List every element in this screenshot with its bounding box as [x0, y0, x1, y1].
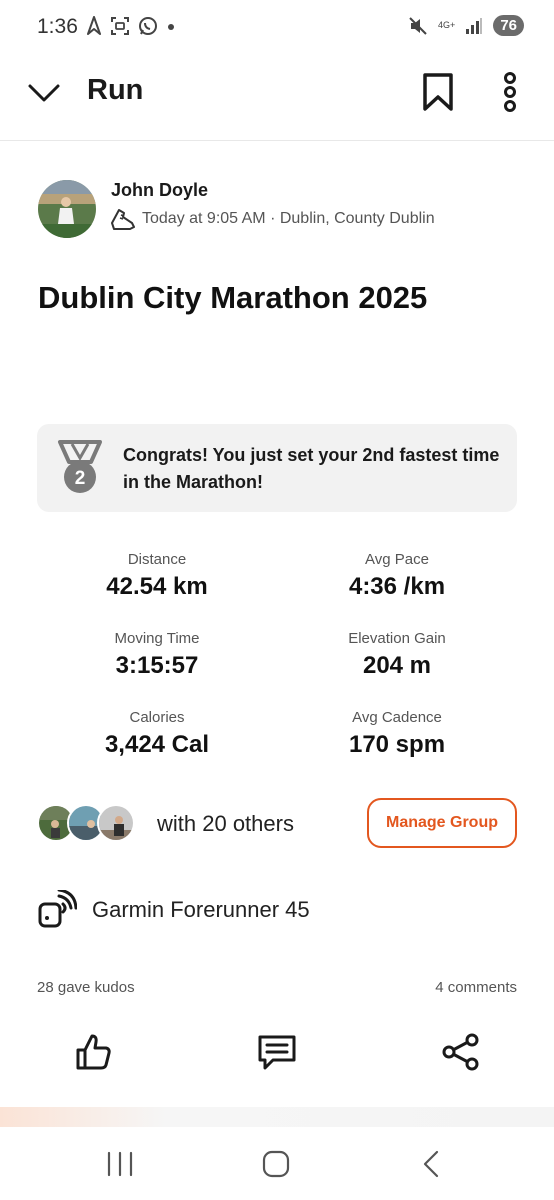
avatar — [97, 804, 135, 842]
kudos-count[interactable]: 28 gave kudos — [37, 979, 135, 996]
stat-label: Avg Cadence — [352, 709, 442, 726]
activity-meta-text: Today at 9:05 AM · Dublin, County Dublin — [142, 210, 435, 227]
thumbs-up-icon[interactable] — [73, 1032, 113, 1072]
stat-label: Avg Pace — [365, 551, 429, 568]
chevron-down-icon[interactable] — [26, 78, 62, 108]
whatsapp-icon — [139, 17, 157, 35]
group-avatars[interactable] — [37, 804, 137, 844]
achievement-text: Congrats! You just set your 2nd fastest … — [123, 445, 500, 492]
activity-meta: Today at 9:05 AM · Dublin, County Dublin — [110, 207, 435, 231]
stat-distance: Distance 42.54 km — [57, 549, 257, 603]
group-text[interactable]: with 20 others — [157, 811, 294, 837]
app-header: Run — [0, 56, 554, 141]
achievement-card[interactable]: 2 Congrats! You just set your 2nd fastes… — [37, 424, 517, 512]
back-icon[interactable] — [411, 1149, 451, 1179]
battery-indicator: 76 — [493, 15, 524, 36]
stat-calories: Calories 3,424 Cal — [57, 707, 257, 761]
device-name[interactable]: Garmin Forerunner 45 — [92, 897, 310, 923]
activity-title: Dublin City Marathon 2025 — [38, 280, 428, 315]
athlete-avatar[interactable] — [38, 180, 96, 238]
manage-group-button[interactable]: Manage Group — [367, 798, 517, 848]
comments-count[interactable]: 4 comments — [435, 979, 517, 996]
stat-value: 204 m — [362, 652, 432, 679]
stat-label: Distance — [127, 551, 187, 568]
stat-value: 170 spm — [348, 731, 446, 758]
comment-icon[interactable] — [257, 1032, 297, 1072]
status-notification-icons — [86, 16, 176, 36]
more-vertical-icon[interactable] — [498, 72, 522, 112]
screenshot-icon — [111, 17, 129, 35]
mute-icon — [409, 16, 427, 35]
status-system-icons: 4G+ 76 — [408, 15, 524, 36]
stat-label: Elevation Gain — [348, 630, 446, 647]
page-title: Run — [87, 74, 144, 106]
home-icon[interactable] — [256, 1149, 296, 1179]
stat-label: Moving Time — [114, 630, 200, 647]
stat-avg-cadence: Avg Cadence 170 spm — [297, 707, 497, 761]
dot-icon — [168, 24, 174, 30]
stat-value: 42.54 km — [106, 573, 208, 600]
stat-label: Calories — [129, 709, 185, 726]
status-time: 1:36 — [37, 15, 78, 38]
stat-avg-pace: Avg Pace 4:36 /km — [297, 549, 497, 603]
status-bar: 1:36 4G+ 76 — [0, 0, 554, 56]
device-sync-icon — [38, 890, 77, 928]
medal-icon: 2 — [57, 440, 103, 496]
athlete-name[interactable]: John Doyle — [111, 180, 208, 201]
shoe-icon — [111, 209, 135, 230]
avatar-image — [38, 180, 96, 238]
navigation-icon — [87, 16, 101, 35]
content-divider — [0, 1107, 554, 1127]
system-navigation-bar — [0, 1127, 554, 1200]
recent-apps-icon[interactable] — [100, 1149, 140, 1179]
signal-icon — [466, 17, 483, 34]
stat-value: 3,424 Cal — [104, 731, 210, 758]
bookmark-icon[interactable] — [420, 72, 456, 112]
share-icon[interactable] — [441, 1032, 481, 1072]
stat-value: 4:36 /km — [348, 573, 446, 600]
stat-moving-time: Moving Time 3:15:57 — [57, 628, 257, 682]
network-type: 4G+ — [438, 20, 456, 30]
stat-value: 3:15:57 — [115, 652, 199, 679]
stat-elevation-gain: Elevation Gain 204 m — [297, 628, 497, 682]
medal-rank: 2 — [75, 468, 86, 489]
